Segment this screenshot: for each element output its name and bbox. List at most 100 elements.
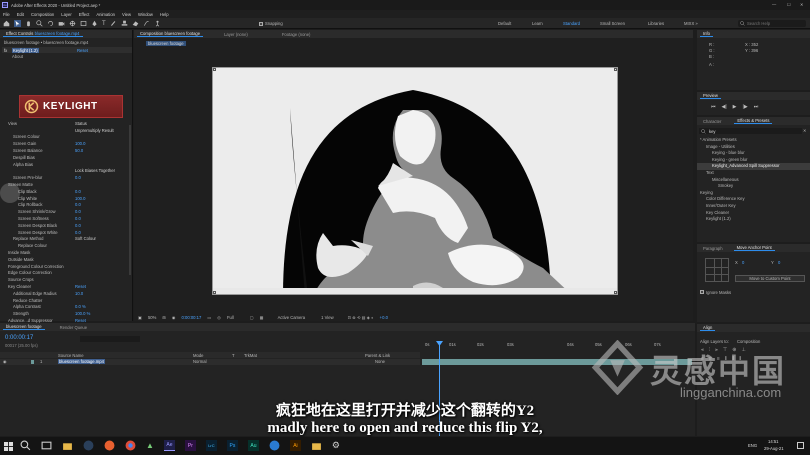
effect-param-row[interactable]: Replace Method Soft Colour (0, 236, 133, 243)
effects-tree-item[interactable]: Text (697, 170, 810, 177)
effect-param-row[interactable]: Screen Shrink/Grow 0.0 (0, 208, 133, 215)
anchor-grid[interactable] (705, 258, 729, 282)
effect-param-value[interactable]: 0.0 % (75, 304, 86, 309)
transparency-grid-icon[interactable]: ▦ (260, 315, 264, 320)
roto-brush-tool-icon[interactable] (143, 20, 150, 27)
effects-tree-item[interactable]: Color Difference Key (697, 196, 810, 203)
effect-param-value[interactable]: 100.0 (75, 141, 85, 146)
camera-dropdown[interactable]: Active Camera (278, 315, 305, 320)
effects-tree-item[interactable]: Keylight_Advanced Spill Suppressor (697, 163, 810, 170)
photoshop-taskbar-icon[interactable]: Ps (226, 440, 238, 451)
effect-param-row[interactable]: Screen Despot Black 0.0 (0, 222, 133, 229)
effect-param-value[interactable]: 0.0 (75, 216, 81, 221)
minimize-button[interactable]: — (772, 2, 776, 7)
effects-tree-item[interactable]: Smokey (697, 183, 810, 190)
comp-canvas[interactable] (212, 67, 618, 295)
clock-time[interactable]: 14:51 (768, 439, 778, 444)
close-button[interactable]: ✕ (800, 2, 804, 7)
ignore-masks-checkbox[interactable] (700, 290, 704, 294)
tab-composition[interactable]: Composition bluescreen footage (137, 31, 204, 37)
tab-layer[interactable]: Layer (none) (221, 32, 251, 37)
effect-param-value[interactable]: Unpremultiply Result (75, 128, 114, 133)
effect-param-row[interactable]: Screen Colour (0, 134, 133, 141)
effect-param-row[interactable]: Screen Gain 100.0 (0, 140, 133, 147)
move-to-custom-point-button[interactable]: Move to Custom Point (735, 275, 805, 282)
effect-param-row[interactable]: View Status (0, 120, 133, 127)
lightroom-taskbar-icon[interactable]: LrC (205, 440, 217, 451)
camera-icon[interactable]: ▭ (207, 315, 211, 320)
snapping-checkbox[interactable] (259, 21, 263, 26)
brush-tool-icon[interactable] (110, 20, 117, 27)
effect-param-row[interactable]: Screen Pre-blur 0.0 (0, 174, 133, 181)
hand-tool-icon[interactable] (25, 20, 32, 27)
help-search[interactable]: Search Help (738, 20, 806, 27)
effects-search[interactable]: key (699, 128, 802, 134)
about-row[interactable]: About (12, 54, 23, 59)
effect-param-row[interactable]: Inside Mask (0, 249, 133, 256)
chrome-icon[interactable] (125, 440, 136, 451)
layer-mode[interactable]: Normal (193, 359, 207, 364)
pan-behind-tool-icon[interactable] (69, 20, 76, 27)
workspace-learn[interactable]: Learn (532, 21, 563, 26)
eraser-tool-icon[interactable] (132, 20, 139, 27)
menu-help[interactable]: Help (160, 12, 169, 17)
bbox-handle-br[interactable] (614, 291, 617, 294)
rectangle-tool-icon[interactable] (80, 20, 87, 27)
bbox-handle-tl[interactable] (213, 68, 216, 71)
workspace-standard[interactable]: Standard (563, 21, 600, 26)
file-explorer-icon[interactable] (62, 440, 73, 451)
workspace-libraries[interactable]: Libraries (648, 21, 683, 26)
zoom-dropdown[interactable]: 50% (148, 315, 156, 320)
layer-row[interactable]: ◉ 1 bluescreen footage.mp4 Normal None (0, 359, 420, 365)
tab-effect-controls[interactable]: Effect Controls bluescreen footage.mp4 (3, 31, 83, 37)
rotate-tool-icon[interactable] (47, 20, 54, 27)
tab-move-anchor-point[interactable]: Move Anchor Point (733, 245, 775, 251)
menu-view[interactable]: View (122, 12, 131, 17)
clear-search-icon[interactable]: ✕ (803, 128, 807, 133)
effects-tree-item[interactable]: Key Cleaner (697, 210, 810, 217)
color-icon[interactable]: ◎ (217, 315, 221, 320)
tab-effects-presets[interactable]: Effects & Presets (734, 118, 773, 124)
menu-edit[interactable]: Edit (17, 12, 24, 17)
effects-tree-item[interactable]: Image - Utilities (697, 144, 810, 151)
notification-icon[interactable] (797, 442, 804, 449)
pen-tool-icon[interactable] (91, 20, 98, 27)
first-frame-icon[interactable]: ⏮ (711, 104, 716, 110)
tab-footage[interactable]: Footage (none) (279, 32, 314, 37)
menu-layer[interactable]: Layer (61, 12, 71, 17)
folder-icon[interactable] (311, 440, 322, 451)
tab-info[interactable]: Info (700, 31, 713, 37)
anchor-y-value[interactable]: 0 (778, 260, 780, 265)
camera-tool-icon[interactable] (58, 20, 65, 27)
menu-animation[interactable]: Animation (96, 12, 115, 17)
puppet-tool-icon[interactable] (154, 20, 161, 27)
effect-param-row[interactable]: Alpha Bias (0, 161, 133, 168)
next-frame-icon[interactable]: |▶ (743, 104, 748, 110)
task-view-icon[interactable] (41, 440, 52, 451)
effect-param-row[interactable]: Unpremultiply Result (0, 127, 133, 134)
scrollbar[interactable] (129, 125, 131, 275)
eye-icon[interactable]: ◉ (3, 359, 7, 364)
effect-param-value[interactable]: 0.0 (75, 230, 81, 235)
effects-tree-item[interactable]: Miscellaneous (697, 177, 810, 184)
effects-tree-item[interactable]: Keying (697, 190, 810, 197)
menu-file[interactable]: File (3, 12, 10, 17)
effect-param-value[interactable]: 100.0 (75, 196, 85, 201)
snapshot-icon[interactable]: ◉ (172, 315, 176, 320)
resolution-dropdown[interactable]: Full (227, 315, 234, 320)
effect-param-value[interactable]: 0.0 (75, 175, 81, 180)
home-icon[interactable] (3, 20, 10, 27)
effect-param-row[interactable]: Edge Colour Correction (0, 270, 133, 277)
effect-param-row[interactable]: Screen Softness 0.0 (0, 215, 133, 222)
composition-breadcrumb[interactable]: bluescreen footage (146, 41, 186, 46)
media-player-icon[interactable] (104, 440, 115, 451)
effects-tree-item[interactable]: Keying - green blur (697, 157, 810, 164)
effect-param-row[interactable]: Clip Rollback 0.0 (0, 202, 133, 209)
tab-timeline-comp[interactable]: bluescreen footage (3, 324, 45, 330)
effects-tree-item[interactable]: Keying - blue blur (697, 150, 810, 157)
effect-param-row[interactable]: Replace Colour (0, 242, 133, 249)
arrow-app-icon[interactable]: ▲ (146, 441, 154, 450)
tab-render-queue[interactable]: Render Queue (57, 325, 90, 330)
effect-param-row[interactable]: Outside Mask (0, 256, 133, 263)
selection-tool-icon[interactable] (14, 20, 21, 27)
